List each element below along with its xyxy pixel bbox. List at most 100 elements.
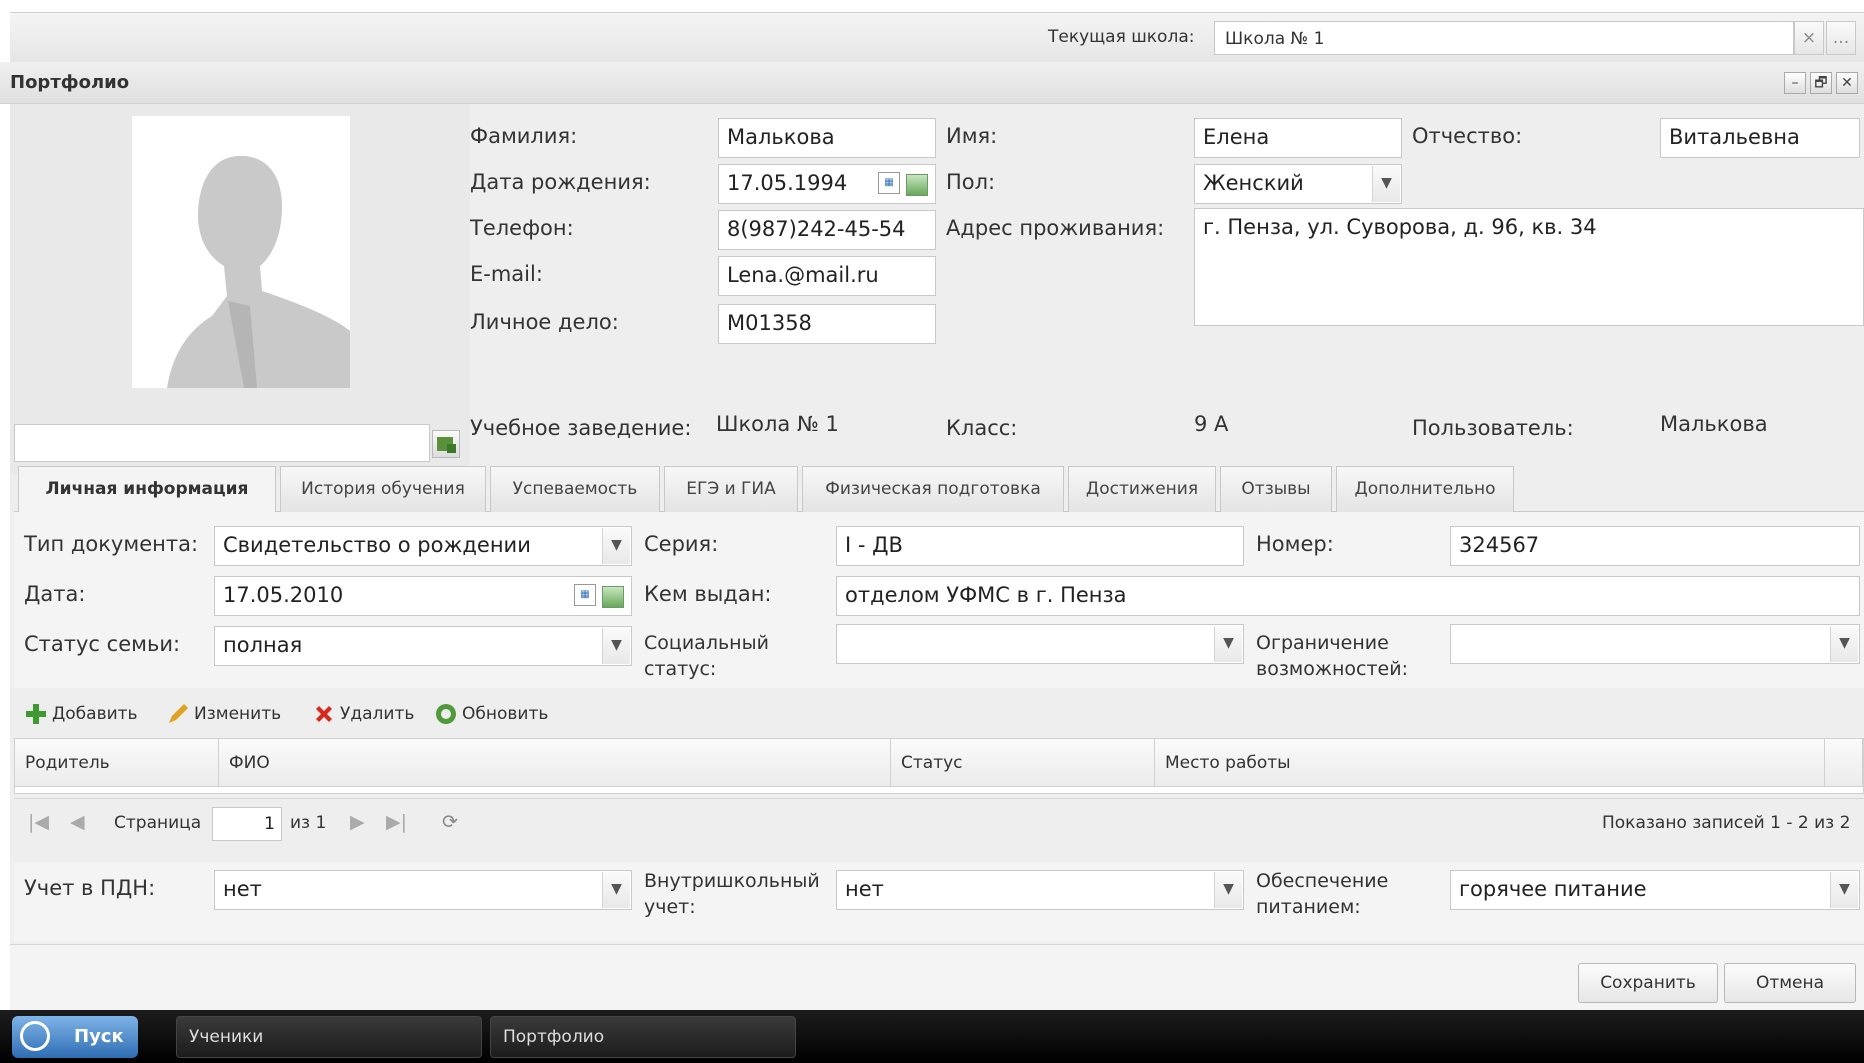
school-value: Школа № 1 <box>716 412 839 436</box>
calendar-go-icon[interactable] <box>602 586 624 608</box>
birth-date-field[interactable]: 17.05.1994 <box>718 164 936 204</box>
add-button[interactable]: Добавить <box>24 702 138 726</box>
task-students[interactable]: Ученики <box>176 1016 482 1058</box>
calendar-go-icon[interactable] <box>906 174 928 196</box>
tab-personal-info[interactable]: Личная информация <box>18 466 276 513</box>
family-status-label: Статус семьи: <box>24 632 181 656</box>
power-icon <box>20 1021 50 1051</box>
save-button[interactable]: Сохранить <box>1578 963 1718 1003</box>
delete-icon <box>316 706 332 722</box>
column-header-extra <box>1825 739 1863 787</box>
personal-file-label: Личное дело: <box>470 310 619 334</box>
name-field[interactable]: Елена <box>1194 118 1402 158</box>
series-field[interactable]: I - ДВ <box>836 526 1244 566</box>
tab-reviews[interactable]: Отзывы <box>1220 466 1332 512</box>
name-label: Имя: <box>946 124 998 148</box>
disability-label-2: возможностей: <box>1256 658 1408 680</box>
window-titlebar: Портфолио – 🗗 ✕ <box>0 62 1864 104</box>
tab-additional[interactable]: Дополнительно <box>1336 466 1514 512</box>
school-select-button[interactable]: ... <box>1826 21 1856 55</box>
tab-achievements[interactable]: Достижения <box>1068 466 1216 512</box>
food-select[interactable]: горячее питание <box>1450 870 1860 910</box>
social-status-label: Социальный <box>644 632 769 654</box>
class-label: Класс: <box>946 416 1018 440</box>
column-header-status[interactable]: Статус <box>891 739 1155 787</box>
tab-exams[interactable]: ЕГЭ и ГИА <box>664 466 798 512</box>
first-page-icon[interactable]: |◀ <box>28 811 49 833</box>
next-page-icon[interactable]: ▶ <box>350 811 365 833</box>
tab-study-history[interactable]: История обучения <box>280 466 486 512</box>
tab-physical[interactable]: Физическая подготовка <box>802 466 1064 512</box>
document-date-field[interactable]: 17.05.2010 <box>214 576 632 616</box>
surname-field[interactable]: Малькова <box>718 118 936 158</box>
internal-record-select[interactable]: нет <box>836 870 1244 910</box>
date-label: Дата: <box>24 582 86 606</box>
photo-path-input[interactable] <box>14 424 430 462</box>
current-school-input[interactable]: Школа № 1 <box>1214 21 1794 55</box>
email-field[interactable]: Lena.@mail.ru <box>718 256 936 296</box>
disability-select[interactable] <box>1450 624 1860 664</box>
upload-photo-button[interactable] <box>432 430 460 458</box>
column-header-workplace[interactable]: Место работы <box>1155 739 1825 787</box>
last-page-icon[interactable]: ▶| <box>386 811 407 833</box>
chevron-down-icon[interactable]: ▼ <box>1830 872 1858 908</box>
refresh-icon[interactable]: ⟳ <box>442 811 458 833</box>
prev-page-icon[interactable]: ◀ <box>70 811 85 833</box>
chevron-down-icon[interactable]: ▼ <box>1214 626 1242 662</box>
food-label-2: питанием: <box>1256 896 1361 918</box>
chevron-down-icon[interactable]: ▼ <box>1372 166 1400 202</box>
calendar-icon[interactable]: ▦ <box>574 584 596 606</box>
image-upload-icon <box>437 437 456 453</box>
patronymic-field[interactable]: Витальевна <box>1660 118 1860 158</box>
start-button[interactable]: Пуск <box>12 1016 138 1058</box>
refresh-button[interactable]: Обновить <box>434 702 548 726</box>
chevron-down-icon[interactable]: ▼ <box>1214 872 1242 908</box>
delete-button[interactable]: Удалить <box>312 702 414 726</box>
parents-toolbar: Добавить Изменить Удалить Обновить <box>14 694 1864 736</box>
pdn-label: Учет в ПДН: <box>24 876 156 900</box>
dialog-buttons: Сохранить Отмена <box>10 944 1864 1010</box>
chevron-down-icon[interactable]: ▼ <box>1830 626 1858 662</box>
gender-select[interactable]: Женский <box>1194 164 1402 204</box>
document-type-label: Тип документа: <box>24 532 199 556</box>
restore-icon[interactable]: 🗗 <box>1810 72 1832 94</box>
current-school-label: Текущая школа: <box>1048 27 1195 47</box>
social-status-label-2: статус: <box>644 658 717 680</box>
start-label: Пуск <box>74 1026 124 1047</box>
calendar-icon[interactable]: ▦ <box>878 172 900 194</box>
personal-file-field[interactable]: М01358 <box>718 304 936 344</box>
user-label: Пользователь: <box>1412 416 1574 440</box>
column-header-name[interactable]: ФИО <box>219 739 891 787</box>
tab-performance[interactable]: Успеваемость <box>490 466 660 512</box>
add-label: Добавить <box>52 704 138 724</box>
taskbar: Пуск Ученики Портфолио <box>0 1010 1864 1063</box>
user-value: Малькова <box>1660 412 1768 436</box>
phone-label: Телефон: <box>470 216 574 240</box>
close-icon[interactable]: ✕ <box>1836 72 1858 94</box>
chevron-down-icon[interactable]: ▼ <box>602 528 630 564</box>
refresh-label: Обновить <box>462 704 549 724</box>
minimize-icon[interactable]: – <box>1784 72 1806 94</box>
page-input[interactable]: 1 <box>212 807 282 841</box>
cancel-button[interactable]: Отмена <box>1724 963 1856 1003</box>
family-status-select[interactable]: полная <box>214 626 632 666</box>
document-type-select[interactable]: Свидетельство о рождении <box>214 526 632 566</box>
phone-field[interactable]: 8(987)242-45-54 <box>718 210 936 250</box>
number-field[interactable]: 324567 <box>1450 526 1860 566</box>
refresh-icon <box>436 704 456 724</box>
surname-label: Фамилия: <box>470 124 578 148</box>
chevron-down-icon[interactable]: ▼ <box>602 872 630 908</box>
task-portfolio[interactable]: Портфолио <box>490 1016 796 1058</box>
column-header-parent[interactable]: Родитель <box>15 739 219 787</box>
school-label: Учебное заведение: <box>470 416 692 440</box>
food-label: Обеспечение <box>1256 870 1389 892</box>
chevron-down-icon[interactable]: ▼ <box>602 628 630 664</box>
issued-by-field[interactable]: отделом УФМС в г. Пенза <box>836 576 1860 616</box>
avatar <box>132 116 350 388</box>
class-value: 9 А <box>1194 412 1229 436</box>
clear-school-icon[interactable]: × <box>1794 21 1824 55</box>
edit-button[interactable]: Изменить <box>166 702 281 726</box>
social-status-select[interactable] <box>836 624 1244 664</box>
pdn-select[interactable]: нет <box>214 870 632 910</box>
address-field[interactable]: г. Пенза, ул. Суворова, д. 96, кв. 34 <box>1194 208 1864 326</box>
